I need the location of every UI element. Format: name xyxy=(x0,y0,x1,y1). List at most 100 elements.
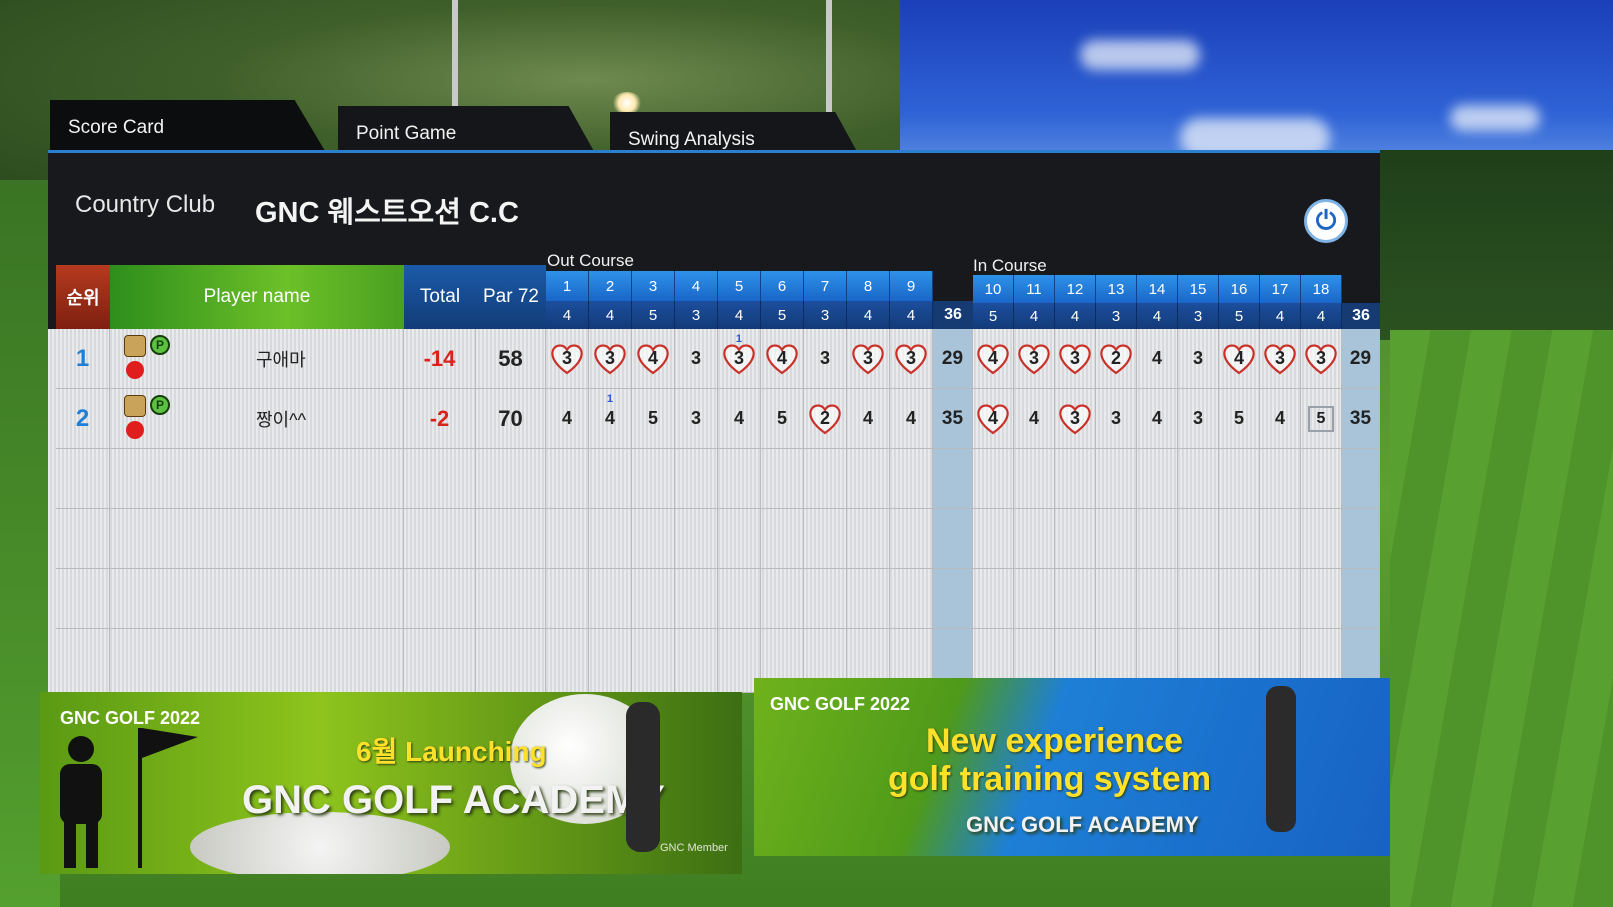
hole-number: 18 xyxy=(1301,275,1342,303)
hole-score: 4 xyxy=(647,348,658,368)
hole-score-cell xyxy=(1096,449,1137,509)
heart-icon: 3 xyxy=(549,342,585,376)
power-icon[interactable]: ⏻ xyxy=(1304,199,1348,243)
hole-score-cell xyxy=(973,449,1014,509)
hole-score: 3 xyxy=(561,348,572,368)
light-pole xyxy=(826,0,832,120)
hole-par: 5 xyxy=(973,303,1014,329)
hole-score-cell: 3 xyxy=(675,329,718,389)
hole-score-cell: 3 xyxy=(804,329,847,389)
grass-background xyxy=(1390,330,1613,907)
hole-number: 3 xyxy=(632,271,675,301)
hole-par: 4 xyxy=(1055,303,1096,329)
hole-number: 6 xyxy=(761,271,804,301)
academy-launch-banner[interactable]: GNC GOLF 2022 6월 Launching GNC GOLF ACAD… xyxy=(40,692,742,874)
out-sum-cell xyxy=(933,509,973,569)
in-sum-cell: 35 xyxy=(1342,389,1380,449)
player-name-header: Player name xyxy=(110,265,404,329)
player-name-cell xyxy=(110,569,404,629)
hole-score-cell xyxy=(589,509,632,569)
hole-score-cell: 4 xyxy=(973,329,1014,389)
hole-score-cell: 5 xyxy=(632,389,675,449)
rank-cell xyxy=(56,569,110,629)
hole-score-cell xyxy=(546,629,589,693)
golfer-silhouette-icon xyxy=(60,764,102,824)
hole-score-cell xyxy=(1301,569,1342,629)
player-name: 짱이^^ xyxy=(256,409,307,430)
hole-score-cell xyxy=(632,569,675,629)
hole-score-cell xyxy=(589,449,632,509)
hole-score: 3 xyxy=(1315,348,1326,368)
avatar-icon xyxy=(124,395,146,417)
hole-score-cell: 3 xyxy=(1178,329,1219,389)
hole-score: 3 xyxy=(1192,348,1203,368)
strokes-cell xyxy=(476,629,546,693)
hole-score-cell xyxy=(589,569,632,629)
out-par-total: 36 xyxy=(933,301,973,329)
hole-score-cell xyxy=(718,509,761,569)
strokes-cell xyxy=(476,569,546,629)
hole-score-cell: 4 xyxy=(632,329,675,389)
hole-score-cell: 2 xyxy=(1096,329,1137,389)
hole-score-cell: 4 xyxy=(1014,389,1055,449)
hole-score-cell xyxy=(1055,509,1096,569)
player-name-cell xyxy=(110,629,404,693)
hole-number: 14 xyxy=(1137,275,1178,303)
hole-score: 4 xyxy=(905,408,916,428)
training-system-banner[interactable]: GNC GOLF 2022 New experience golf traini… xyxy=(754,678,1390,856)
total-cell xyxy=(404,509,476,569)
golfer-silhouette-icon xyxy=(68,736,94,762)
hole-score-cell xyxy=(675,509,718,569)
strokes-cell xyxy=(476,449,546,509)
hole-number: 10 xyxy=(973,275,1014,303)
heart-icon: 3 xyxy=(592,342,628,376)
hole-score-cell xyxy=(804,569,847,629)
out-sum-cell: 35 xyxy=(933,389,973,449)
out-sum-cell: 29 xyxy=(933,329,973,389)
flag-icon xyxy=(142,728,198,758)
hole-score: 3 xyxy=(733,348,744,368)
hole-score-cell xyxy=(1137,449,1178,509)
hole-number: 8 xyxy=(847,271,890,301)
in-sum-cell: 29 xyxy=(1342,329,1380,389)
hole-par: 4 xyxy=(546,301,589,329)
light-pole xyxy=(452,0,458,110)
hole-score-cell: 3 xyxy=(589,329,632,389)
hole-score-cell xyxy=(847,509,890,569)
tab-score-card[interactable]: Score Card xyxy=(50,100,328,156)
hole-score-cell xyxy=(1178,449,1219,509)
player-name: 구애마 xyxy=(256,349,306,370)
hole-score-cell xyxy=(546,509,589,569)
club-name: GNC 웨스트오션 C.C xyxy=(255,197,519,229)
hole-score-cell xyxy=(1014,569,1055,629)
heart-icon: 4 xyxy=(975,402,1011,436)
rank-cell xyxy=(56,629,110,693)
hole-score: 3 xyxy=(1028,348,1039,368)
hole-score-cell: 5 xyxy=(1301,389,1342,449)
hole-score-cell: 3 xyxy=(1096,389,1137,449)
out-sum-cell xyxy=(933,569,973,629)
hole-score-cell: 5 xyxy=(1219,389,1260,449)
total-cell: -2 xyxy=(404,389,476,449)
hole-score-cell: 3 xyxy=(546,329,589,389)
hole-score-cell xyxy=(1137,569,1178,629)
hole-score-cell xyxy=(761,509,804,569)
banner-line3: GNC GOLF ACADEMY xyxy=(966,812,1199,837)
hole-number: 13 xyxy=(1096,275,1137,303)
hole-score: 5 xyxy=(1233,408,1244,428)
hole-score: 3 xyxy=(690,348,701,368)
hole-par: 4 xyxy=(1301,303,1342,329)
hole-score-cell xyxy=(1096,569,1137,629)
player-name-cell: 구애마 P xyxy=(110,329,404,389)
rank-header: 순위 xyxy=(56,265,110,329)
hole-score-cell xyxy=(890,449,933,509)
hole-score: 4 xyxy=(987,408,998,428)
hole-score-boxed: 5 xyxy=(1308,405,1334,432)
hole-score-cell xyxy=(1055,569,1096,629)
rank-cell: 1 xyxy=(56,329,110,389)
hole-score-cell: 3 xyxy=(890,329,933,389)
hole-score-cell xyxy=(1014,449,1055,509)
hole-score: 4 xyxy=(1274,408,1285,428)
hole-score-cell xyxy=(1178,569,1219,629)
total-header: Total xyxy=(404,265,476,329)
